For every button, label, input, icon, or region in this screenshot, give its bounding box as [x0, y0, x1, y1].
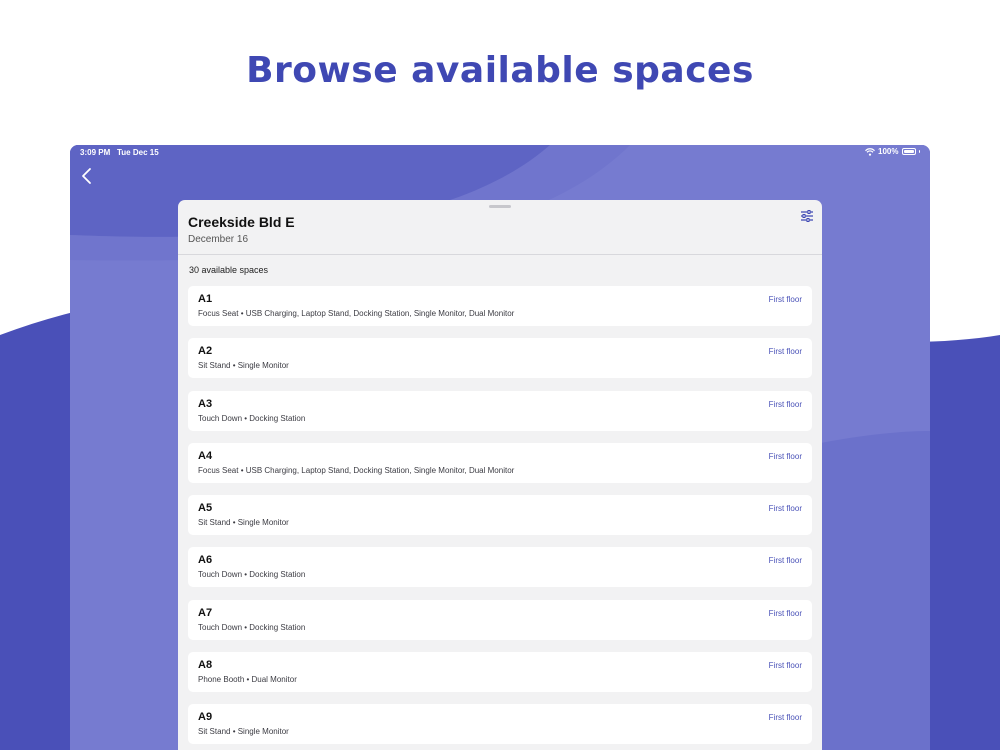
space-name: A7: [198, 606, 213, 619]
available-count: 30 available spaces: [189, 265, 269, 275]
sliders-icon: [801, 210, 813, 222]
space-amenities: Sit Stand • Single Monitor: [198, 518, 289, 528]
space-name: A5: [198, 502, 213, 515]
status-indicators: 100%: [865, 147, 920, 156]
space-card[interactable]: A9 Sit Stand • Single Monitor First floo…: [188, 704, 812, 745]
space-name: A6: [198, 554, 213, 567]
status-date: Tue Dec 15: [117, 148, 159, 157]
battery-tip: [918, 150, 920, 153]
space-card[interactable]: A5 Sit Stand • Single Monitor First floo…: [188, 495, 812, 536]
space-name: A9: [198, 711, 213, 724]
space-floor: First floor: [768, 504, 802, 514]
space-card[interactable]: A4 Focus Seat • USB Charging, Laptop Sta…: [188, 442, 812, 483]
sheet-header: Creekside Bld E December 16: [178, 200, 822, 255]
space-amenities: Sit Stand • Single Monitor: [198, 361, 289, 371]
space-card[interactable]: A1 Focus Seat • USB Charging, Laptop Sta…: [188, 286, 812, 326]
space-card[interactable]: A6 Touch Down • Docking Station First fl…: [188, 547, 812, 588]
space-amenities: Phone Booth • Dual Monitor: [198, 675, 297, 685]
spaces-sheet: Creekside Bld E December 16 30 available…: [178, 200, 822, 750]
filter-button[interactable]: [800, 209, 814, 223]
space-card[interactable]: A2 Sit Stand • Single Monitor First floo…: [188, 338, 812, 379]
spaces-list: A1 Focus Seat • USB Charging, Laptop Sta…: [188, 286, 812, 750]
page: Browse available spaces 3:09 PM Tue Dec …: [0, 0, 1000, 750]
space-name: A4: [198, 449, 213, 462]
space-name: A8: [198, 659, 213, 672]
battery-fill: [903, 150, 914, 153]
space-floor: First floor: [768, 399, 802, 409]
space-amenities: Touch Down • Docking Station: [198, 622, 306, 632]
status-bar: 3:09 PM Tue Dec 15 100%: [70, 145, 930, 161]
space-card[interactable]: A3 Touch Down • Docking Station First fl…: [188, 390, 812, 431]
space-amenities: Sit Stand • Single Monitor: [198, 727, 289, 737]
space-amenities: Focus Seat • USB Charging, Laptop Stand,…: [198, 309, 515, 318]
page-headline: Browse available spaces: [246, 50, 754, 91]
space-floor: First floor: [768, 556, 802, 566]
space-floor: First floor: [768, 295, 802, 304]
space-amenities: Focus Seat • USB Charging, Laptop Stand,…: [198, 465, 515, 475]
battery-percent: 100%: [878, 147, 899, 156]
chevron-left-icon: [82, 168, 91, 184]
space-floor: First floor: [768, 713, 802, 723]
space-card[interactable]: A7 Touch Down • Docking Station First fl…: [188, 599, 812, 640]
space-amenities: Touch Down • Docking Station: [198, 570, 306, 580]
sheet-grabber[interactable]: [489, 205, 511, 208]
space-floor: First floor: [768, 661, 802, 671]
back-button[interactable]: [78, 165, 98, 187]
space-floor: First floor: [768, 347, 802, 357]
space-name: A2: [198, 345, 213, 358]
space-amenities: Touch Down • Docking Station: [198, 413, 306, 423]
building-title: Creekside Bld E: [188, 214, 295, 230]
selected-date: December 16: [188, 234, 249, 245]
battery-icon: [901, 148, 916, 155]
space-card[interactable]: A8 Phone Booth • Dual Monitor First floo…: [188, 652, 812, 693]
status-time: 3:09 PM: [80, 148, 111, 157]
space-name: A1: [198, 293, 213, 305]
space-name: A3: [198, 397, 213, 410]
tablet-screen: 3:09 PM Tue Dec 15 100% Creekside Bld E …: [70, 145, 930, 750]
space-floor: First floor: [768, 451, 802, 461]
wifi-icon: [865, 147, 875, 156]
space-floor: First floor: [768, 608, 802, 618]
